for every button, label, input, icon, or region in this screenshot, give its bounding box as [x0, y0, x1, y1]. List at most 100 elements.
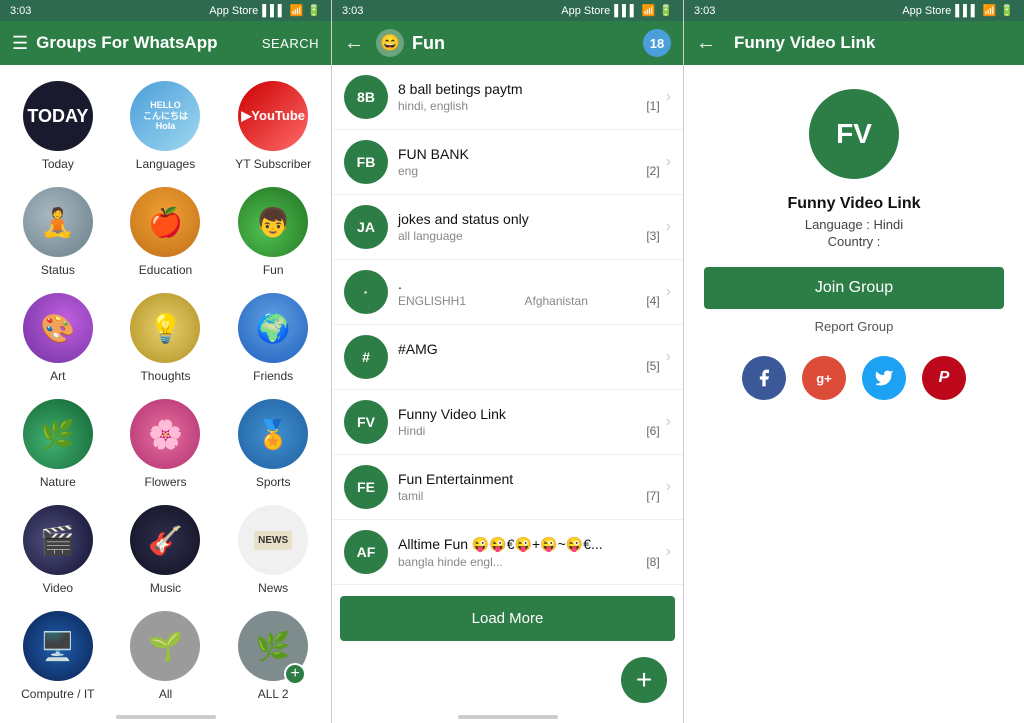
signal-icon-1: ▌▌▌	[262, 5, 285, 17]
pinterest-icon[interactable]: P	[922, 356, 966, 400]
signal-icon-3: ▌▌▌	[955, 5, 978, 17]
art-emoji: 🎨	[40, 312, 75, 345]
grid-item-yt[interactable]: ▶YouTube YT Subscriber	[219, 73, 327, 179]
fun-avatar-small: 😄	[376, 29, 404, 57]
back-icon-3[interactable]: ←	[696, 32, 716, 55]
chevron-1: ›	[666, 153, 671, 171]
status-bar-3: 3:03 App Store ▌▌▌ 📶 🔋	[684, 0, 1024, 21]
fun-emoji: 👦	[256, 206, 291, 239]
detail-content: FV Funny Video Link Language : Hindi Cou…	[684, 65, 1024, 416]
grid-item-friends[interactable]: 🌍 Friends	[219, 285, 327, 391]
computer-emoji: 🖥️	[40, 630, 75, 663]
signal-icon-2: ▌▌▌	[614, 5, 637, 17]
grid-item-nature[interactable]: 🌿 Nature	[4, 391, 112, 497]
tw-svg	[874, 368, 894, 388]
group-item-5[interactable]: FV Funny Video Link Hindi [6] ›	[332, 390, 683, 455]
group-info-3: . ENGLISHH1 Afghanistan [4]	[398, 276, 660, 308]
grid-item-news[interactable]: NEWS News	[219, 497, 327, 603]
group-avatar-1: FB	[344, 140, 388, 184]
news-text: NEWS	[254, 531, 292, 550]
load-more-button[interactable]: Load More	[340, 596, 675, 641]
group-count-badge: 18	[643, 29, 671, 57]
group-sub-5: Hindi [6]	[398, 424, 660, 438]
group-name-4: #AMG	[398, 341, 660, 357]
grid-item-status[interactable]: 🧘 Status	[4, 179, 112, 285]
group-item-8[interactable]: 4V 4Fan Video s Hindi [9] ›	[332, 585, 683, 588]
grid-label-music: Music	[150, 581, 181, 595]
circle-friends: 🌍	[238, 293, 308, 363]
plus-badge: +	[284, 663, 306, 685]
circle-art: 🎨	[23, 293, 93, 363]
grid-item-all[interactable]: 🌱 All	[112, 603, 220, 709]
store-label-1: App Store	[209, 5, 258, 17]
group-item-1[interactable]: FB FUN BANK eng [2] ›	[332, 130, 683, 195]
grid-item-art[interactable]: 🎨 Art	[4, 285, 112, 391]
detail-avatar: FV	[809, 89, 899, 179]
grid-item-flowers[interactable]: 🌸 Flowers	[112, 391, 220, 497]
group-info-4: #AMG [5]	[398, 341, 660, 373]
group-name-2: jokes and status only	[398, 211, 660, 227]
twitter-icon[interactable]	[862, 356, 906, 400]
group-sub-3: ENGLISHH1 Afghanistan [4]	[398, 294, 660, 308]
group-num-3: [4]	[646, 294, 659, 308]
grid-label-art: Art	[50, 369, 65, 383]
grid-item-languages[interactable]: HELLOこんにちはHola Languages	[112, 73, 220, 179]
circle-fun: 👦	[238, 187, 308, 257]
panel-detail: 3:03 App Store ▌▌▌ 📶 🔋 ← Funny Video Lin…	[684, 0, 1024, 723]
group-item-3[interactable]: · . ENGLISHH1 Afghanistan [4] ›	[332, 260, 683, 325]
grid-item-thoughts[interactable]: 💡 Thoughts	[112, 285, 220, 391]
status-bar-2: 3:03 App Store ▌▌▌ 📶 🔋	[332, 0, 683, 21]
panel-fun-list: 3:03 App Store ▌▌▌ 📶 🔋 ← 😄 Fun 18 8B 8 b…	[332, 0, 684, 723]
group-location-3: Afghanistan	[524, 294, 587, 308]
circle-all: 🌱	[130, 611, 200, 681]
grid-item-fun[interactable]: 👦 Fun	[219, 179, 327, 285]
grid-item-all2[interactable]: 🌿 + ALL 2	[219, 603, 327, 709]
circle-thoughts: 💡	[130, 293, 200, 363]
group-sub-2: all language [3]	[398, 229, 660, 243]
grid-label-today: Today	[42, 157, 74, 171]
lang-text: HELLOこんにちはHola	[139, 96, 192, 136]
join-group-button[interactable]: Join Group	[704, 267, 1004, 309]
fb-svg	[754, 368, 774, 388]
group-avatar-5: FV	[344, 400, 388, 444]
back-icon-2[interactable]: ←	[344, 32, 364, 55]
grid-label-all: All	[159, 687, 172, 701]
grid-item-video[interactable]: 🎬 Video	[4, 497, 112, 603]
group-name-3: .	[398, 276, 660, 292]
grid-label-yt: YT Subscriber	[235, 157, 311, 171]
grid-item-music[interactable]: 🎸 Music	[112, 497, 220, 603]
grid-label-video: Video	[43, 581, 73, 595]
group-item-2[interactable]: JA jokes and status only all language [3…	[332, 195, 683, 260]
search-button[interactable]: SEARCH	[262, 36, 319, 51]
group-item-0[interactable]: 8B 8 ball betings paytm hindi, english […	[332, 65, 683, 130]
group-name-6: Fun Entertainment	[398, 471, 660, 487]
friends-emoji: 🌍	[256, 312, 291, 345]
group-item-4[interactable]: # #AMG [5] ›	[332, 325, 683, 390]
group-sub-7: bangla hinde engl... [8]	[398, 555, 660, 569]
grid-item-today[interactable]: TODAY Today	[4, 73, 112, 179]
app-title: Groups For WhatsApp	[36, 33, 217, 53]
categories-grid: TODAY Today HELLOこんにちはHola Languages ▶Yo…	[0, 65, 331, 711]
group-num-7: [8]	[646, 555, 659, 569]
group-item-6[interactable]: FE Fun Entertainment tamil [7] ›	[332, 455, 683, 520]
grid-item-sports[interactable]: 🏅 Sports	[219, 391, 327, 497]
grid-item-computer[interactable]: 🖥️ Computre / IT	[4, 603, 112, 709]
battery-icon-1: 🔋	[307, 4, 321, 17]
header-3: ← Funny Video Link	[684, 21, 1024, 65]
group-sub-4: [5]	[398, 359, 660, 373]
group-lang-7: bangla hinde engl...	[398, 555, 503, 569]
googleplus-icon[interactable]: g+	[802, 356, 846, 400]
facebook-icon[interactable]	[742, 356, 786, 400]
report-group-button[interactable]: Report Group	[815, 313, 894, 340]
time-3: 3:03	[694, 5, 715, 17]
circle-all2-wrapper: 🌿 +	[238, 611, 308, 687]
group-num-5: [6]	[646, 424, 659, 438]
menu-icon[interactable]: ☰	[12, 33, 28, 54]
video-emoji: 🎬	[40, 524, 75, 557]
detail-header-title: Funny Video Link	[734, 33, 875, 53]
fab-button-2[interactable]: +	[621, 657, 667, 703]
chevron-6: ›	[666, 478, 671, 496]
header-left-2: ← 😄 Fun	[344, 29, 445, 57]
grid-item-education[interactable]: 🍎 Education	[112, 179, 220, 285]
group-item-7[interactable]: AF Alltime Fun 😜😜€😜+😜~😜€... bangla hinde…	[332, 520, 683, 585]
